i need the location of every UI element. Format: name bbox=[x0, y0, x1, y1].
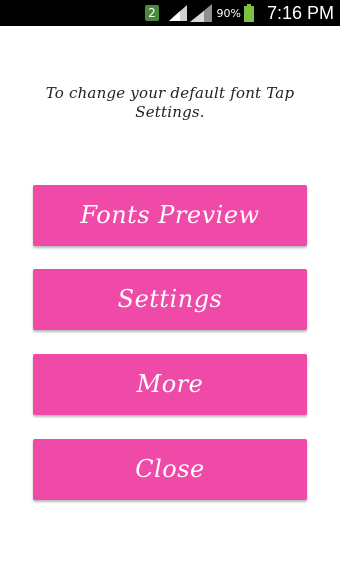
battery-icon bbox=[243, 4, 254, 22]
signal-icon bbox=[189, 4, 212, 22]
close-button[interactable]: Close bbox=[33, 439, 307, 500]
main-content: To change your default font Tap Settings… bbox=[0, 26, 340, 567]
battery-percent: 90% bbox=[216, 6, 241, 20]
more-button[interactable]: More bbox=[33, 354, 307, 415]
status-bar: 2 90% 7:16 PM bbox=[0, 0, 340, 26]
instruction-text: To change your default font Tap Settings… bbox=[45, 84, 295, 121]
fonts-preview-button[interactable]: Fonts Preview bbox=[33, 185, 307, 246]
settings-button[interactable]: Settings bbox=[33, 269, 307, 330]
clock: 7:16 PM bbox=[266, 2, 334, 23]
status-icons: 90% 7:16 PM bbox=[168, 0, 334, 26]
notification-badge-icon: 2 bbox=[145, 5, 159, 21]
signal-icon bbox=[168, 5, 187, 21]
